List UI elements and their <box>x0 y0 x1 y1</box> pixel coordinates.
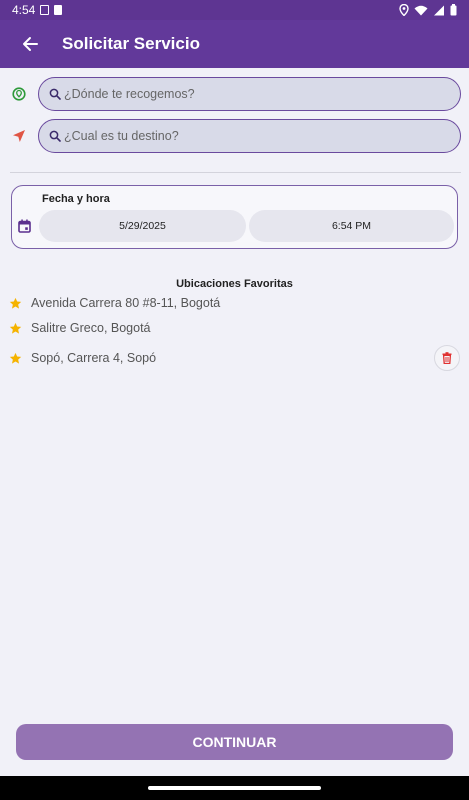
favorite-label: Sopó, Carrera 4, Sopó <box>31 351 157 365</box>
schedule-card: Fecha y hora 5/29/2025 6:54 PM <box>11 185 458 249</box>
trash-icon <box>442 352 452 364</box>
star-icon-wrap <box>0 352 31 365</box>
sd-card-icon <box>54 5 63 15</box>
pickup-icon-wrap <box>0 87 38 101</box>
arrow-back-icon <box>23 37 38 51</box>
status-left: 4:54 <box>12 3 63 17</box>
date-value: 5/29/2025 <box>119 220 166 232</box>
divider <box>10 172 461 173</box>
destination-placeholder: ¿Cual es tu destino? <box>64 129 179 143</box>
time-value: 6:54 PM <box>331 220 372 232</box>
signal-icon <box>434 5 444 15</box>
location-pin-icon <box>12 87 26 101</box>
status-time: 4:54 <box>12 3 36 17</box>
schedule-label: Fecha y hora <box>42 193 110 205</box>
continue-button[interactable]: CONTINUAR <box>16 724 453 760</box>
favorite-item[interactable]: Avenida Carrera 80 #8-11, Bogotá <box>0 291 469 315</box>
favorite-item[interactable]: Sopó, Carrera 4, Sopó <box>0 345 469 371</box>
navigation-arrow-icon <box>13 130 25 142</box>
screenshot-icon <box>40 5 50 15</box>
wifi-icon <box>414 5 428 15</box>
favorites-title: Ubicaciones Favoritas <box>176 278 293 290</box>
favorite-label: Avenida Carrera 80 #8-11, Bogotá <box>31 296 221 310</box>
app-bar: Solicitar Servicio <box>0 20 469 68</box>
delete-favorite-button[interactable] <box>434 345 460 371</box>
back-button[interactable] <box>18 32 42 56</box>
favorite-item[interactable]: Salitre Greco, Bogotá <box>0 316 469 340</box>
time-picker[interactable]: 6:54 PM <box>249 210 454 242</box>
continue-label: CONTINUAR <box>192 734 277 750</box>
search-icon <box>49 130 61 142</box>
pickup-placeholder: ¿Dónde te recogemos? <box>64 87 195 101</box>
destination-input[interactable]: ¿Cual es tu destino? <box>38 119 461 153</box>
star-icon-wrap <box>0 297 31 310</box>
page-title: Solicitar Servicio <box>62 34 200 53</box>
star-icon <box>9 297 22 309</box>
calendar-icon <box>18 219 31 233</box>
pickup-input[interactable]: ¿Dónde te recogemos? <box>38 77 461 111</box>
status-right <box>399 4 457 16</box>
favorite-label: Salitre Greco, Bogotá <box>31 321 151 335</box>
star-icon-wrap <box>0 322 31 335</box>
pickup-row: ¿Dónde te recogemos? <box>0 77 469 111</box>
status-bar: 4:54 <box>0 0 469 20</box>
star-icon <box>9 322 22 334</box>
navigation-bar <box>0 776 469 800</box>
destination-icon-wrap <box>0 129 38 143</box>
battery-icon <box>450 4 457 16</box>
destination-row: ¿Cual es tu destino? <box>0 119 469 153</box>
location-icon <box>399 4 409 16</box>
screen: 4:54 Solicitar Servicio ¿Dónde te recoge… <box>0 0 469 800</box>
star-icon <box>9 352 22 364</box>
search-icon <box>49 88 61 100</box>
date-picker[interactable]: 5/29/2025 <box>39 210 246 242</box>
home-handle[interactable] <box>148 786 321 790</box>
